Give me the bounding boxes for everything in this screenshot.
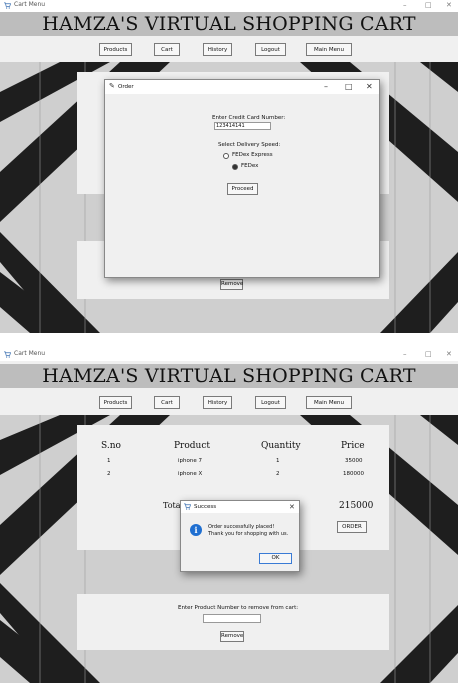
success-dialog-titlebar: Success ✕ [181, 501, 299, 513]
nav-products-button[interactable]: Products [99, 43, 132, 56]
maximize-button[interactable]: □ [425, 0, 432, 10]
close-button[interactable]: ✕ [446, 0, 452, 10]
order-dialog: ✎ Order – □ ✕ Enter Credit Card Number: … [104, 79, 380, 278]
total-label: Tota [163, 501, 181, 510]
window-title: Cart Menu [14, 1, 46, 8]
nav-main-menu-button[interactable]: Main Menu [306, 43, 352, 56]
cart-app-icon [184, 503, 191, 510]
remove-product-input[interactable] [203, 614, 261, 623]
nav-bar: Products Cart History Logout Main Menu [0, 38, 458, 61]
card-number-input[interactable]: 123414141 [214, 122, 271, 130]
delivery-speed-label: Select Delivery Speed: [218, 142, 281, 148]
success-dialog: Success ✕ i Order successfully placed! T… [180, 500, 300, 572]
option-fedex-express-label: FEDex Express [232, 152, 273, 158]
radio-button-icon [223, 153, 229, 159]
header-quantity: Quantity [261, 441, 301, 451]
header-sno: S.no [101, 441, 121, 451]
card-number-value: 123414141 [216, 123, 245, 129]
nav-history-button[interactable]: History [203, 43, 232, 56]
card-number-label: Enter Credit Card Number: [212, 115, 286, 121]
success-dialog-close-button[interactable]: ✕ [289, 502, 295, 512]
remove-button-top[interactable]: Remove [220, 279, 243, 290]
ok-button[interactable]: OK [259, 553, 292, 564]
nav-products-button[interactable]: Products [99, 396, 132, 409]
radio-button-selected-icon [232, 164, 238, 170]
nav-cart-button[interactable]: Cart [154, 43, 180, 56]
row2-price: 180000 [343, 471, 364, 477]
app-banner: HAMZA'S VIRTUAL SHOPPING CART [0, 12, 458, 36]
remove-panel: Enter Product Number to remove from cart… [77, 594, 389, 650]
option-fedex-label: FEDex [241, 163, 259, 169]
dialog-minimize-button[interactable]: – [324, 82, 328, 92]
row2-quantity: 2 [276, 471, 280, 477]
row2-sno: 2 [107, 471, 111, 477]
order-dialog-title: Order [118, 84, 134, 90]
cart-app-icon [4, 351, 11, 358]
nav-main-menu-button[interactable]: Main Menu [306, 396, 352, 409]
nav-logout-button[interactable]: Logout [255, 396, 286, 409]
title-bar: Cart Menu – □ ✕ [0, 349, 458, 361]
window-title: Cart Menu [14, 350, 46, 357]
nav-bar: Products Cart History Logout Main Menu [0, 391, 458, 414]
total-value: 215000 [339, 501, 374, 511]
cart-window-bottom: Cart Menu – □ ✕ HAMZA'S VIRTUAL SHOPPING… [0, 349, 458, 683]
row1-sno: 1 [107, 458, 111, 464]
success-dialog-title: Success [194, 504, 217, 510]
header-product: Product [174, 441, 210, 451]
nav-cart-button[interactable]: Cart [154, 396, 180, 409]
maximize-button[interactable]: □ [425, 349, 432, 359]
nav-history-button[interactable]: History [203, 396, 232, 409]
dialog-close-button[interactable]: ✕ [366, 82, 373, 92]
success-message-line2: Thank you for shopping with us. [208, 531, 289, 537]
proceed-button[interactable]: Proceed [227, 183, 258, 195]
feather-icon: ✎ [109, 82, 115, 90]
order-button[interactable]: ORDER [337, 521, 367, 533]
row1-price: 35000 [345, 458, 363, 464]
app-banner: HAMZA'S VIRTUAL SHOPPING CART [0, 364, 458, 388]
success-message-line1: Order successfully placed! [208, 524, 275, 530]
screenshot-separator [0, 333, 458, 349]
row2-product: iphone X [178, 471, 203, 477]
row1-quantity: 1 [276, 458, 280, 464]
close-button[interactable]: ✕ [446, 349, 452, 359]
info-icon: i [190, 524, 202, 536]
nav-logout-button[interactable]: Logout [255, 43, 286, 56]
cart-app-icon [4, 2, 11, 9]
header-price: Price [341, 441, 365, 451]
minimize-button[interactable]: – [403, 349, 407, 359]
dialog-maximize-button[interactable]: □ [345, 82, 353, 92]
cart-window-top: Cart Menu – □ ✕ HAMZA'S VIRTUAL SHOPPING… [0, 0, 458, 333]
order-dialog-titlebar: ✎ Order – □ ✕ [105, 80, 379, 94]
title-bar: Cart Menu – □ ✕ [0, 0, 458, 12]
remove-label: Enter Product Number to remove from cart… [178, 605, 299, 611]
row1-product: iphone 7 [178, 458, 202, 464]
remove-button[interactable]: Remove [220, 631, 244, 642]
minimize-button[interactable]: – [403, 0, 407, 10]
